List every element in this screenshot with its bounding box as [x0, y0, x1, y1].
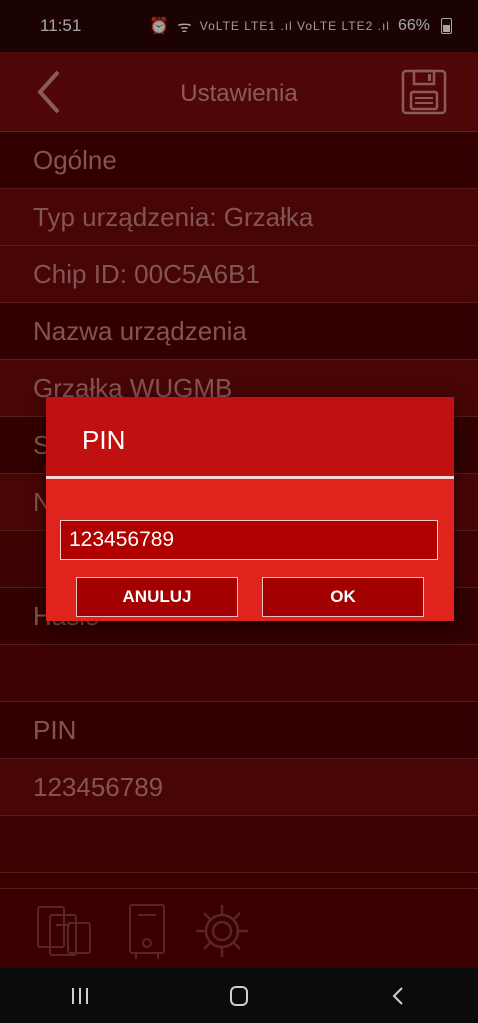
cancel-button[interactable]: ANULUJ — [76, 577, 238, 617]
system-nav-bar — [0, 968, 478, 1023]
back-button[interactable] — [368, 976, 428, 1016]
pin-dialog: PIN ANULUJ OK — [46, 397, 454, 621]
dialog-title: PIN — [82, 425, 126, 455]
home-icon — [229, 985, 248, 1006]
home-button[interactable] — [209, 976, 269, 1016]
pin-input[interactable] — [60, 520, 438, 560]
ok-button[interactable]: OK — [262, 577, 424, 617]
recent-apps-button[interactable] — [50, 976, 110, 1016]
back-icon — [392, 986, 404, 1005]
dialog-header: PIN — [46, 397, 454, 479]
recent-apps-icon — [71, 987, 88, 1004]
